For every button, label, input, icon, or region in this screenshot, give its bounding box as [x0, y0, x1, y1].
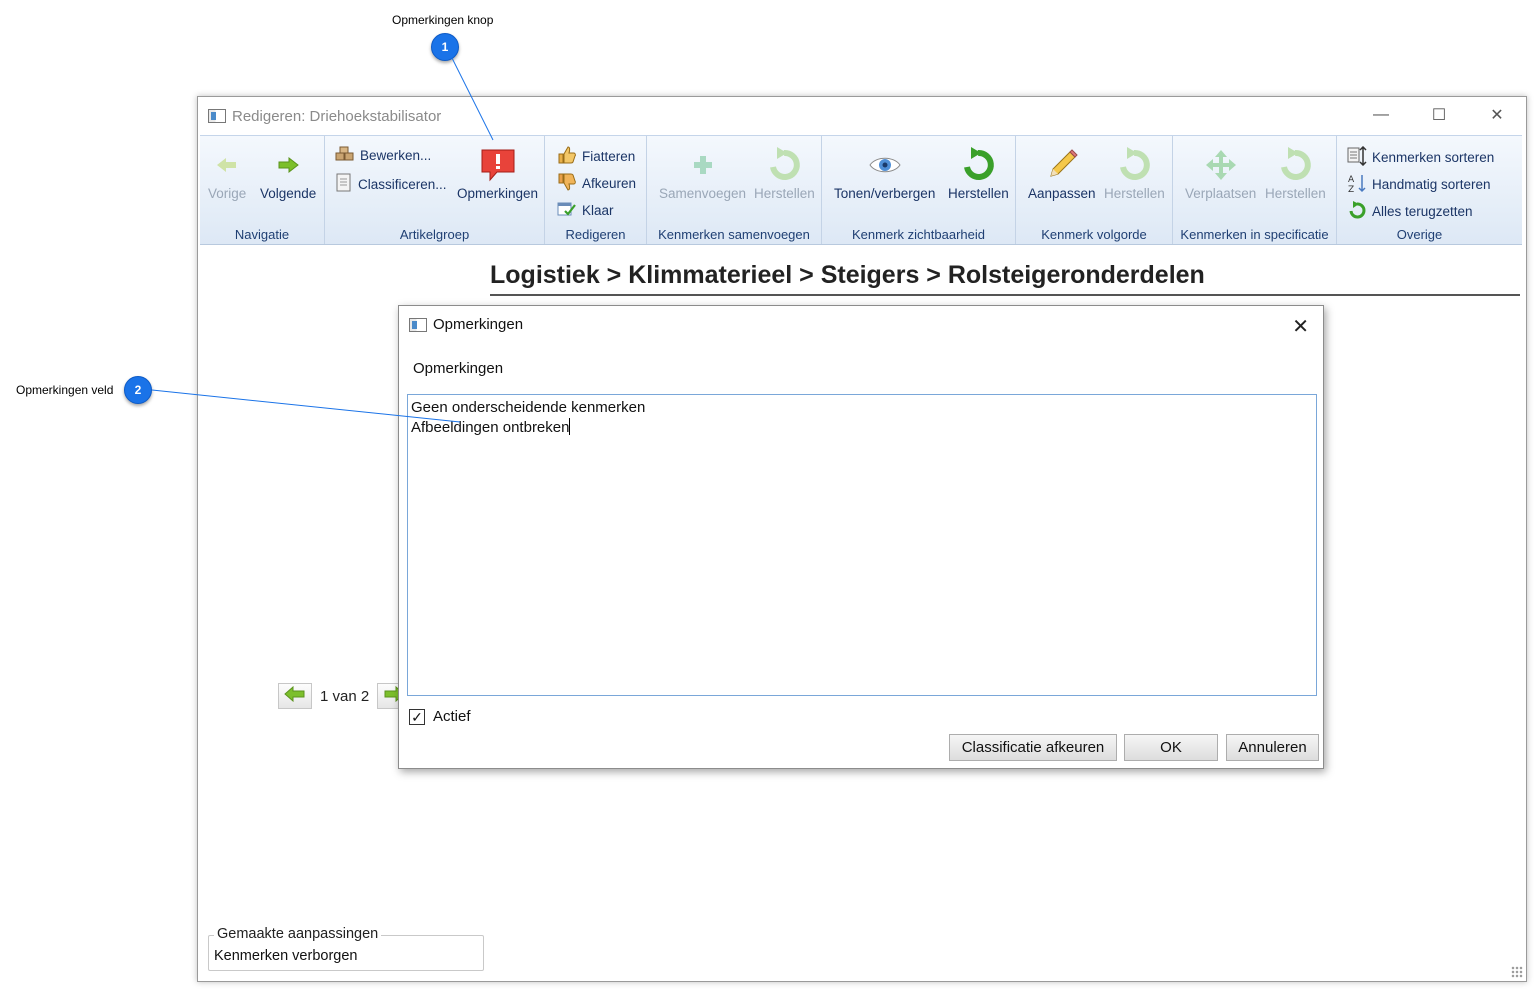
aanpassen-button[interactable]: Aanpassen: [1028, 144, 1096, 201]
merge-arrows-icon: [686, 144, 720, 186]
thumbs-down-icon: [557, 173, 577, 194]
callout-label-2: Opmerkingen veld: [16, 383, 114, 397]
checklist-icon: [557, 200, 577, 221]
app-icon: [208, 109, 226, 123]
ok-button[interactable]: OK: [1124, 734, 1218, 761]
group-title-artikelgroep: Artikelgroep: [399, 227, 470, 242]
opmerkingen-line-2: Afbeeldingen ontbreken: [411, 419, 570, 436]
fiatteren-button[interactable]: Fiatteren: [557, 146, 635, 167]
arrow-left-icon: [284, 685, 306, 706]
window-title: Redigeren: Driehoekstabilisator: [232, 107, 442, 125]
dialog-app-icon: [409, 317, 427, 332]
group-kenmerken-in-specificatie: Verplaatsen Herstellen Kenmerken in spec…: [1173, 136, 1337, 244]
actief-checkbox-label: Actief: [433, 708, 471, 725]
group-overige: Kenmerken sorteren AZ Handmatig sorteren…: [1337, 136, 1502, 244]
sort-az-icon: AZ: [1347, 173, 1367, 196]
undo-icon: [767, 144, 801, 186]
thumbs-up-icon: [557, 146, 577, 167]
move-arrows-icon: [1204, 144, 1238, 186]
arrow-right-icon: [276, 144, 300, 186]
breadcrumb: Logistiek > Klimmaterieel > Steigers > R…: [490, 261, 1520, 296]
group-title-overige: Overige: [1396, 227, 1443, 242]
annuleren-button[interactable]: Annuleren: [1226, 734, 1319, 761]
alles-terugzetten-button[interactable]: Alles terugzetten: [1347, 200, 1473, 223]
close-button[interactable]: ✕: [1468, 97, 1526, 133]
callout-label-1: Opmerkingen knop: [392, 13, 494, 27]
undo-icon: [1347, 200, 1367, 223]
svg-text:Z: Z: [1348, 185, 1354, 193]
dialog-titlebar: Opmerkingen: [409, 316, 523, 333]
callout-badge-1: 1: [431, 33, 459, 61]
tonen-verbergen-button[interactable]: Tonen/verbergen: [834, 144, 935, 201]
group-title-navigatie: Navigatie: [234, 227, 290, 242]
group-title-specificatie: Kenmerken in specificatie: [1180, 227, 1329, 242]
svg-text:A: A: [1348, 175, 1355, 185]
sort-list-icon: [1347, 145, 1367, 169]
minimize-button[interactable]: —: [1352, 97, 1410, 133]
document-icon: [335, 173, 353, 196]
group-artikelgroep: Bewerken... Classificeren... Opmerkingen…: [325, 136, 545, 244]
classificatie-afkeuren-button[interactable]: Classificatie afkeuren: [949, 734, 1117, 761]
boxes-icon: [335, 146, 355, 165]
actief-checkbox-row[interactable]: ✓ Actief: [409, 708, 471, 725]
opmerkingen-button[interactable]: Opmerkingen: [457, 144, 538, 201]
undo-icon: [961, 144, 995, 186]
group-title-volgorde: Kenmerk volgorde: [1041, 227, 1147, 242]
samenvoegen-herstellen-button[interactable]: Herstellen: [754, 144, 815, 201]
group-title-zichtbaarheid: Kenmerk zichtbaarheid: [852, 227, 985, 242]
maximize-button[interactable]: ☐: [1410, 97, 1468, 133]
group-title-samenvoegen: Kenmerken samenvoegen: [658, 227, 810, 242]
actief-checkbox[interactable]: ✓: [409, 708, 425, 725]
changes-legend: Gemaakte aanpassingen: [214, 926, 382, 942]
handmatig-sorteren-button[interactable]: AZ Handmatig sorteren: [1347, 173, 1491, 196]
group-kenmerk-zichtbaarheid: Tonen/verbergen Herstellen Kenmerk zicht…: [822, 136, 1016, 244]
opmerkingen-field-label: Opmerkingen: [413, 360, 504, 377]
zichtbaarheid-herstellen-button[interactable]: Herstellen: [948, 144, 1009, 201]
volgende-button[interactable]: Volgende: [260, 144, 316, 201]
pencil-icon: [1045, 144, 1079, 186]
undo-icon: [1117, 144, 1151, 186]
group-kenmerk-volgorde: Aanpassen Herstellen Kenmerk volgorde: [1016, 136, 1173, 244]
classificeren-button[interactable]: Classificeren...: [335, 173, 447, 196]
opmerkingen-line-2-wrap: Afbeeldingen ontbreken: [411, 418, 1313, 438]
warning-comment-icon: [479, 144, 517, 186]
opmerkingen-line-1: Geen onderscheidende kenmerken: [411, 399, 646, 416]
bewerken-button[interactable]: Bewerken...: [335, 146, 431, 165]
specificatie-herstellen-button[interactable]: Herstellen: [1265, 144, 1326, 201]
pager-previous-button[interactable]: [278, 683, 312, 709]
verplaatsen-button[interactable]: Verplaatsen: [1185, 144, 1256, 201]
eye-icon: [868, 144, 902, 186]
resize-grip[interactable]: [1511, 966, 1523, 978]
undo-icon: [1278, 144, 1312, 186]
vorige-button[interactable]: Vorige: [208, 144, 246, 201]
group-navigatie: Vorige Volgende Navigatie: [200, 136, 325, 244]
opmerkingen-textarea[interactable]: Geen onderscheidende kenmerken Afbeeldin…: [407, 394, 1317, 696]
dialog-close-icon[interactable]: ✕: [1292, 314, 1309, 339]
afkeuren-button[interactable]: Afkeuren: [557, 173, 636, 194]
changes-value: Kenmerken verborgen: [214, 948, 358, 964]
window-controls: — ☐ ✕: [1352, 97, 1526, 133]
kenmerken-sorteren-button[interactable]: Kenmerken sorteren: [1347, 145, 1494, 169]
group-title-redigeren: Redigeren: [565, 227, 626, 242]
group-kenmerken-samenvoegen: Samenvoegen Herstellen Kenmerken samenvo…: [647, 136, 822, 244]
opmerkingen-dialog: Opmerkingen ✕ Opmerkingen Geen ondersche…: [398, 305, 1324, 769]
samenvoegen-button[interactable]: Samenvoegen: [659, 144, 746, 201]
klaar-button[interactable]: Klaar: [557, 200, 614, 221]
window-titlebar: Redigeren: Driehoekstabilisator: [198, 97, 1526, 135]
pager: 1 van 2: [278, 683, 412, 709]
volgorde-herstellen-button[interactable]: Herstellen: [1104, 144, 1165, 201]
pager-text: 1 van 2: [320, 687, 370, 705]
ribbon: Vorige Volgende Navigatie Bewerken... Cl…: [200, 135, 1522, 245]
callout-badge-2: 2: [124, 376, 152, 404]
text-caret: [569, 418, 571, 435]
arrow-left-icon: [215, 144, 239, 186]
group-redigeren: Fiatteren Afkeuren Klaar Redigeren: [545, 136, 647, 244]
dialog-title: Opmerkingen: [433, 316, 524, 333]
